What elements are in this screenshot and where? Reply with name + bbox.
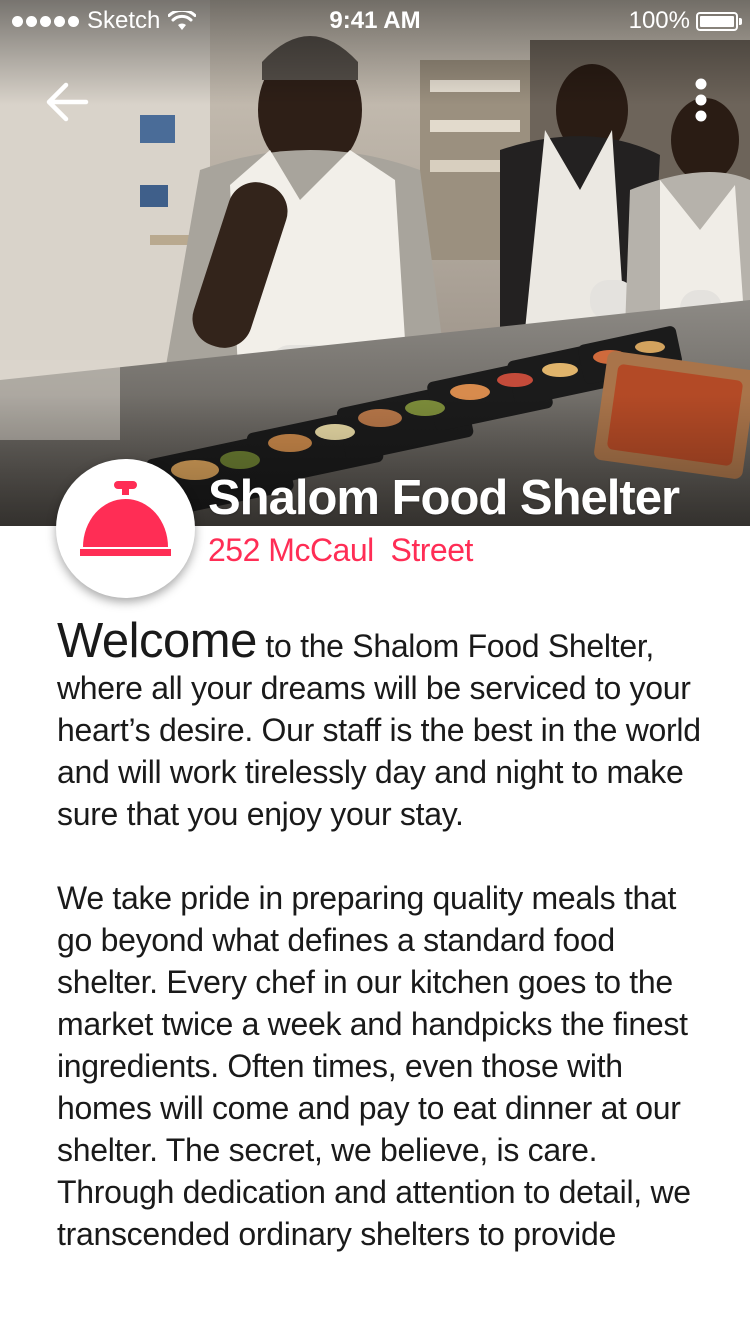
description-intro: Welcome to the Shalom Food Shelter, wher… bbox=[57, 617, 712, 835]
shelter-logo bbox=[56, 459, 195, 598]
shelter-address[interactable]: 252 McCaul Street bbox=[208, 532, 473, 569]
shelter-description: Welcome to the Shalom Food Shelter, wher… bbox=[57, 617, 712, 1255]
welcome-word: Welcome bbox=[57, 614, 257, 668]
serving-bell-icon bbox=[80, 481, 171, 556]
description-paragraph-2: We take pride in preparing quality meals… bbox=[57, 880, 691, 1252]
shelter-name: Shalom Food Shelter bbox=[208, 471, 680, 525]
kitchen-scene-image bbox=[0, 0, 750, 526]
back-button[interactable] bbox=[42, 78, 94, 126]
hero-photo bbox=[0, 0, 750, 526]
vertical-ellipsis-icon bbox=[695, 78, 707, 122]
arrow-left-icon bbox=[46, 82, 89, 122]
battery-percent: 100% bbox=[628, 7, 690, 34]
more-options-button[interactable] bbox=[684, 74, 718, 130]
status-bar: Sketch 9:41 AM 100% bbox=[0, 0, 750, 40]
status-right: 100% bbox=[628, 7, 742, 35]
battery-icon bbox=[696, 11, 742, 31]
